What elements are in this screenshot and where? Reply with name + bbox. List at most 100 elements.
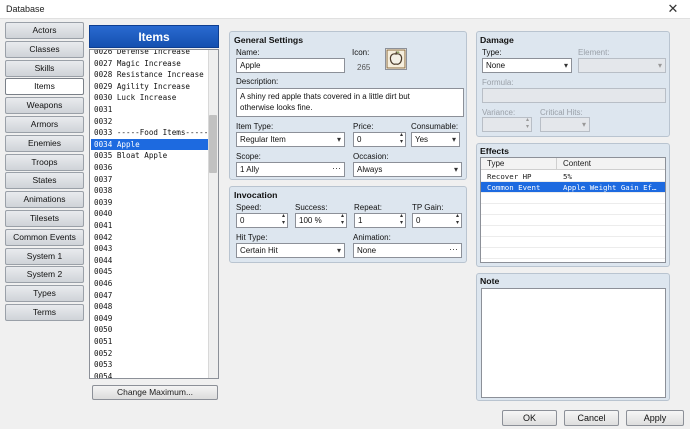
effects-table[interactable]: Type Content Recover HP 5% Common Event App…: [480, 157, 666, 263]
effects-empty-row[interactable]: [481, 237, 665, 248]
apply-button[interactable]: Apply: [626, 410, 684, 426]
damage-type-label: Type:: [482, 48, 502, 57]
items-list-scrollbar[interactable]: [208, 50, 218, 378]
list-item[interactable]: 0046: [94, 278, 206, 290]
apple-icon[interactable]: [385, 48, 407, 70]
note-textarea[interactable]: [481, 288, 666, 398]
speed-input[interactable]: 0: [236, 213, 288, 228]
title-bar: Database ✕: [0, 0, 690, 19]
items-list-header: Items: [89, 25, 219, 48]
nav-item-troops[interactable]: Troops: [5, 153, 84, 171]
tp-gain-input[interactable]: 0: [412, 213, 462, 228]
name-input[interactable]: Apple: [236, 58, 345, 73]
list-item[interactable]: 0036: [94, 162, 206, 174]
cancel-button[interactable]: Cancel: [564, 410, 619, 426]
items-list[interactable]: 0026 Defense Increase 0027 Magic Increase…: [89, 49, 219, 379]
consumable-select[interactable]: Yes: [411, 132, 460, 147]
nav-item-common-events[interactable]: Common Events: [5, 228, 84, 246]
list-item[interactable]: 0052: [94, 348, 206, 360]
list-item[interactable]: 0043: [94, 243, 206, 255]
list-item[interactable]: 0042: [94, 232, 206, 244]
description-line-1: A shiny red apple thats covered in a lit…: [240, 92, 410, 101]
list-item[interactable]: 0028 Resistance Increase: [94, 69, 206, 81]
effects-empty-row[interactable]: [481, 248, 665, 259]
list-item[interactable]: 0029 Agility Increase: [94, 81, 206, 93]
list-item[interactable]: 0026 Defense Increase: [94, 50, 206, 58]
effects-row[interactable]: Recover HP 5%: [481, 171, 665, 182]
damage-type-select[interactable]: None: [482, 58, 572, 73]
list-item[interactable]: 0044: [94, 255, 206, 267]
variance-label: Variance:: [482, 108, 516, 117]
list-item[interactable]: 0054: [94, 371, 206, 378]
nav-item-classes[interactable]: Classes: [5, 40, 84, 58]
list-item[interactable]: 0027 Magic Increase: [94, 58, 206, 70]
name-label: Name:: [236, 48, 260, 57]
ok-button[interactable]: OK: [502, 410, 557, 426]
nav-item-types[interactable]: Types: [5, 285, 84, 303]
nav-item-tilesets[interactable]: Tilesets: [5, 210, 84, 227]
list-item[interactable]: 0053: [94, 359, 206, 371]
price-label: Price:: [353, 122, 374, 131]
repeat-input[interactable]: 1: [354, 213, 406, 228]
list-item[interactable]: 0031: [94, 104, 206, 116]
note-title: Note: [480, 276, 500, 286]
nav-item-system-1[interactable]: System 1: [5, 247, 84, 265]
effect-content: Apple Weight Gain Ef…: [563, 183, 657, 192]
nav-item-states[interactable]: States: [5, 172, 84, 190]
formula-label: Formula:: [482, 78, 514, 87]
effects-title: Effects: [480, 146, 509, 156]
close-icon[interactable]: ✕: [666, 1, 680, 17]
item-type-select[interactable]: Regular Item: [236, 132, 345, 147]
invocation-group: Invocation Speed: 0 Success: 100 % Repea…: [229, 186, 467, 263]
description-input[interactable]: A shiny red apple thats covered in a lit…: [236, 88, 464, 117]
list-item[interactable]: 0050: [94, 324, 206, 336]
critical-hits-select[interactable]: [540, 117, 590, 132]
nav-item-enemies[interactable]: Enemies: [5, 134, 84, 152]
list-item[interactable]: 0033 -----Food Items-----: [94, 127, 208, 139]
price-input[interactable]: 0: [353, 132, 406, 147]
list-item[interactable]: 0034 Apple: [91, 138, 208, 151]
list-item[interactable]: 0045: [94, 266, 206, 278]
occasion-select[interactable]: Always: [353, 162, 462, 177]
animation-label: Animation:: [353, 233, 391, 242]
list-item[interactable]: 0030 Luck Increase: [94, 92, 206, 104]
list-item[interactable]: 0037: [94, 174, 206, 186]
list-item[interactable]: 0032: [94, 116, 206, 128]
nav-item-terms[interactable]: Terms: [5, 304, 84, 321]
change-maximum-button[interactable]: Change Maximum...: [92, 385, 218, 400]
effects-empty-row[interactable]: [481, 226, 665, 237]
nav-item-items[interactable]: Items: [5, 78, 84, 96]
damage-group: Damage Type: None Element: Formula: Vari…: [476, 31, 670, 137]
list-item[interactable]: 0049: [94, 313, 206, 325]
nav-item-system-2[interactable]: System 2: [5, 266, 84, 284]
animation-field[interactable]: None: [353, 243, 462, 258]
effects-row[interactable]: Common Event Apple Weight Gain Ef…: [481, 182, 665, 193]
effect-content: 5%: [563, 172, 572, 181]
effect-type: Recover HP: [487, 172, 532, 181]
items-list-scroll-thumb[interactable]: [209, 115, 217, 173]
formula-input[interactable]: [482, 88, 666, 103]
list-item[interactable]: 0040: [94, 208, 206, 220]
scope-field[interactable]: 1 Ally: [236, 162, 345, 177]
window-title: Database: [6, 4, 45, 14]
list-item[interactable]: 0047: [94, 290, 206, 302]
effects-empty-row[interactable]: [481, 193, 665, 204]
list-item[interactable]: 0035 Bloat Apple: [94, 150, 206, 162]
nav-item-actors[interactable]: Actors: [5, 22, 84, 39]
list-item[interactable]: 0038: [94, 185, 206, 197]
element-select[interactable]: [578, 58, 666, 73]
nav-item-armors[interactable]: Armors: [5, 116, 84, 133]
effects-empty-row[interactable]: [481, 204, 665, 215]
effects-empty-row[interactable]: [481, 215, 665, 226]
list-item[interactable]: 0039: [94, 197, 206, 209]
list-item[interactable]: 0051: [94, 336, 206, 348]
list-item[interactable]: 0048: [94, 301, 206, 313]
list-item[interactable]: 0041: [94, 220, 206, 232]
hit-type-select[interactable]: Certain Hit: [236, 243, 345, 258]
success-input[interactable]: 100 %: [295, 213, 347, 228]
nav-item-animations[interactable]: Animations: [5, 191, 84, 209]
icon-label: Icon:: [352, 48, 370, 57]
variance-input[interactable]: [482, 117, 532, 132]
nav-item-skills[interactable]: Skills: [5, 59, 84, 77]
nav-item-weapons[interactable]: Weapons: [5, 97, 84, 115]
